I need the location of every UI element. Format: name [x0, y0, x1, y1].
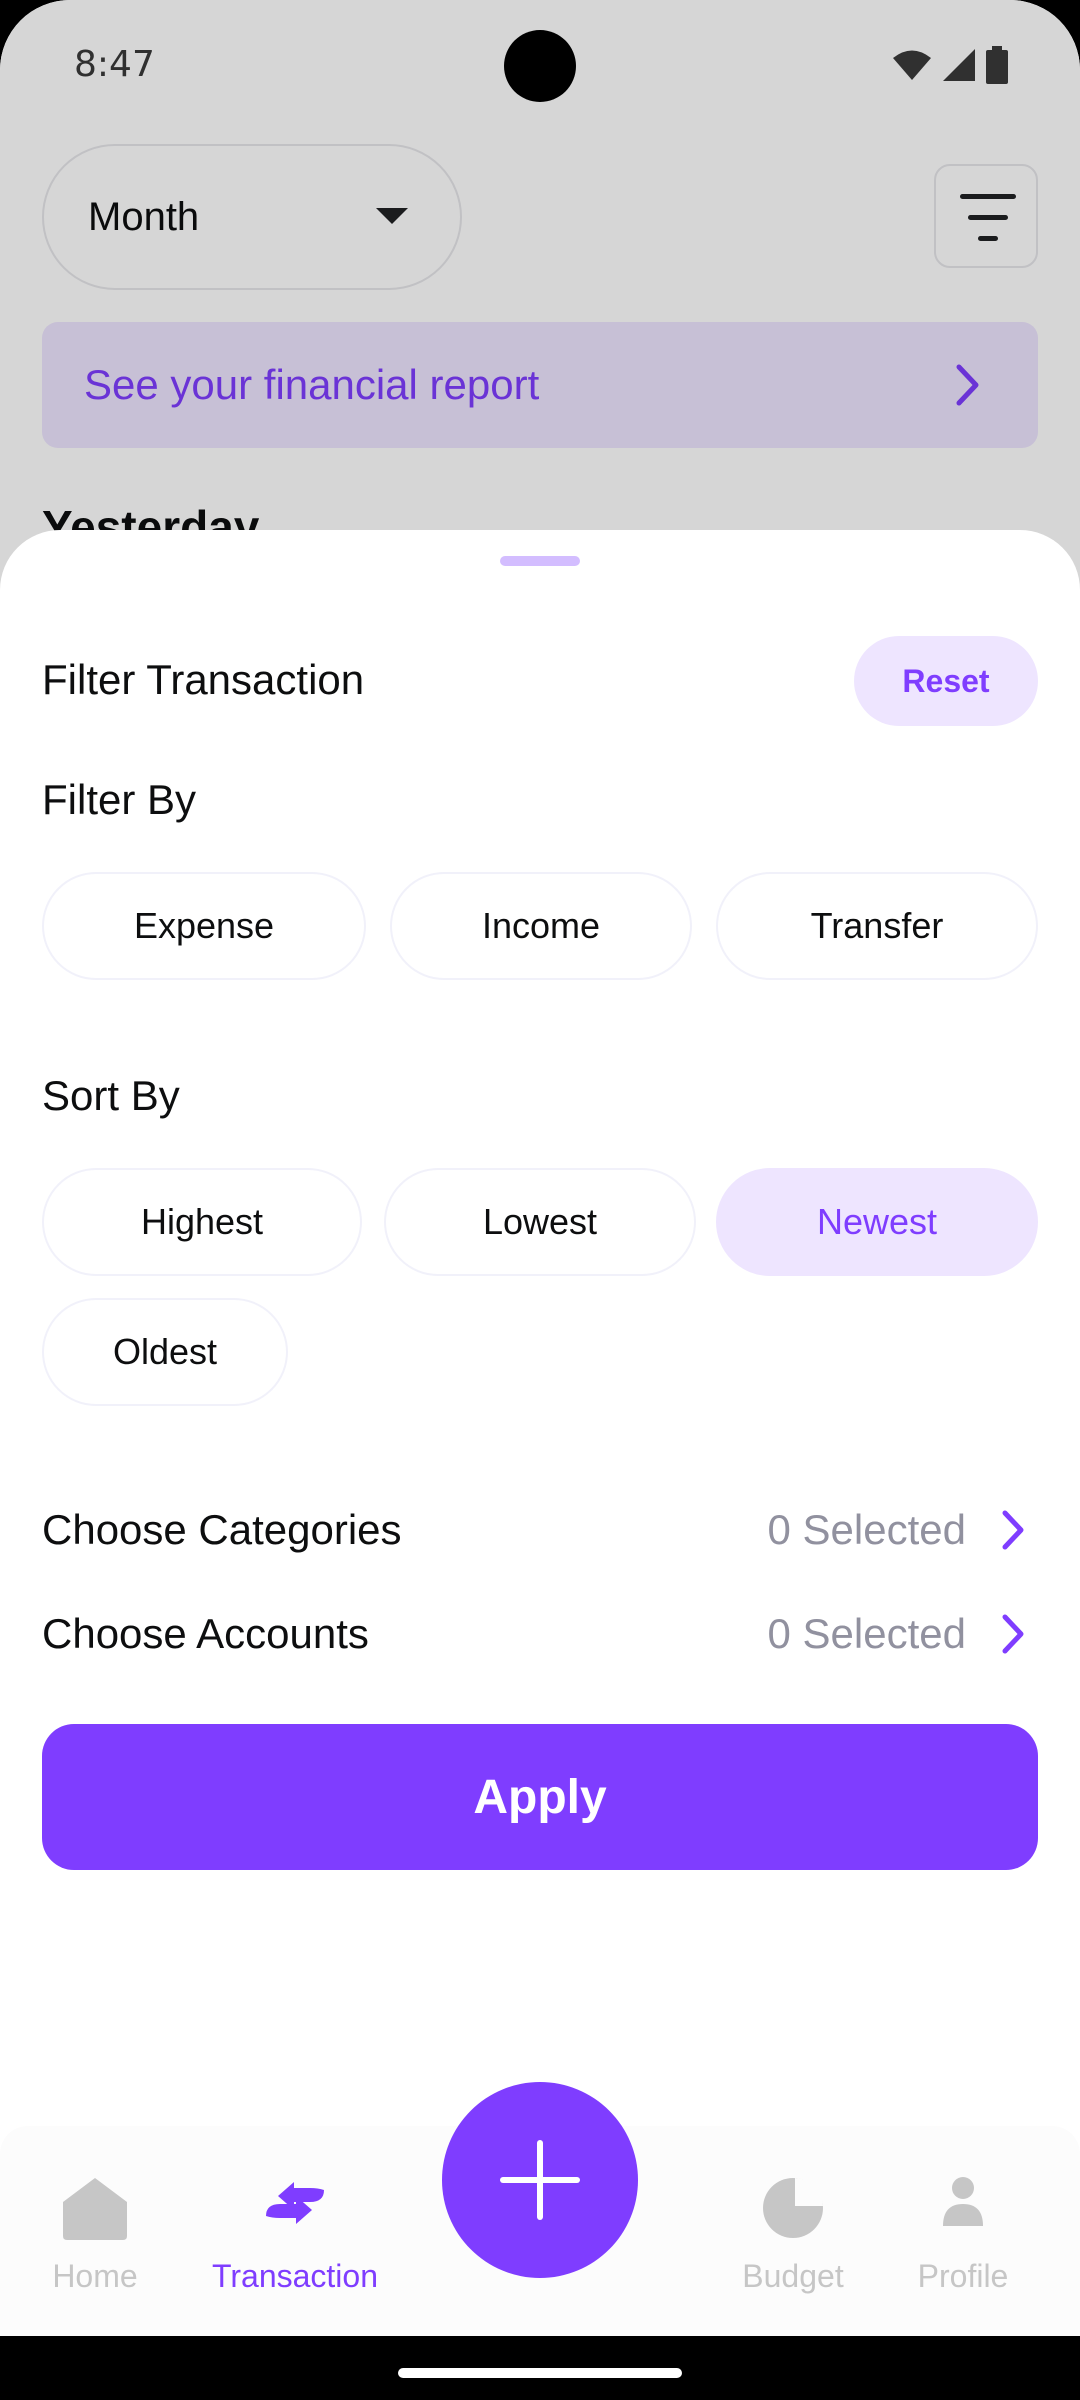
apply-button[interactable]: Apply	[42, 1724, 1038, 1870]
pie-chart-icon	[763, 2178, 823, 2238]
home-icon	[63, 2178, 127, 2240]
nav-label-home: Home	[52, 2258, 138, 2294]
sort-chip-highest[interactable]: Highest	[42, 1168, 362, 1276]
choose-accounts-label: Choose Accounts	[42, 1610, 369, 1657]
nav-label-budget: Budget	[742, 2258, 844, 2294]
filter-chip-transfer[interactable]: Transfer	[716, 872, 1038, 980]
nav-item-home[interactable]: Home	[0, 2126, 190, 2336]
add-transaction-button[interactable]	[442, 2082, 638, 2278]
nav-item-budget[interactable]: Budget	[698, 2126, 888, 2336]
sort-chip-newest[interactable]: Newest	[716, 1168, 1038, 1276]
choose-categories-label: Choose Categories	[42, 1506, 402, 1553]
chevron-right-icon	[1002, 1510, 1024, 1550]
sort-by-label: Sort By	[42, 1072, 180, 1119]
filter-by-label: Filter By	[42, 776, 197, 823]
nav-label-profile: Profile	[917, 2258, 1009, 2294]
app-screen: Month See your financial report Yesterda…	[0, 0, 1080, 2400]
chevron-right-icon	[1002, 1614, 1024, 1654]
sheet-drag-handle[interactable]	[500, 556, 580, 566]
transaction-icon	[266, 2182, 324, 2224]
user-icon	[943, 2177, 983, 2226]
sort-chip-oldest[interactable]: Oldest	[42, 1298, 288, 1406]
system-gesture-bar	[0, 2336, 1080, 2400]
sort-chip-lowest[interactable]: Lowest	[384, 1168, 696, 1276]
categories-selected-count: 0 Selected	[767, 1506, 966, 1553]
reset-button[interactable]: Reset	[854, 636, 1038, 726]
nav-item-transaction[interactable]: Transaction	[200, 2126, 390, 2336]
filter-chip-expense[interactable]: Expense	[42, 872, 366, 980]
accounts-selected-count: 0 Selected	[767, 1610, 966, 1657]
choose-categories-row[interactable]: Choose Categories 0 Selected	[42, 1498, 1038, 1568]
nav-item-profile[interactable]: Profile	[868, 2126, 1058, 2336]
home-gesture-pill[interactable]	[398, 2368, 682, 2378]
sheet-title: Filter Transaction	[42, 656, 365, 703]
nav-label-transaction: Transaction	[212, 2258, 378, 2294]
choose-accounts-row[interactable]: Choose Accounts 0 Selected	[42, 1602, 1038, 1672]
filter-chip-income[interactable]: Income	[390, 872, 692, 980]
